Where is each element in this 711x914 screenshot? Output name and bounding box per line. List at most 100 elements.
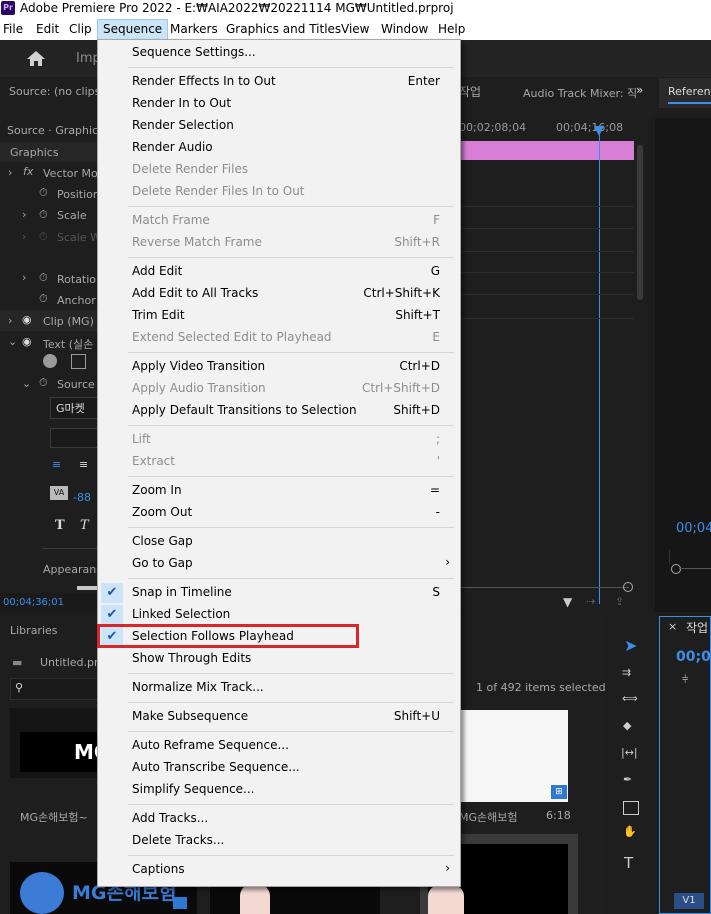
filter-icon[interactable]: ▼ [563,595,572,609]
razor-tool-icon[interactable]: ◆ [623,719,631,732]
menu-item-auto-reframe-sequence[interactable]: Auto Reframe Sequence... [98,735,460,757]
timeline-scrollbar[interactable] [637,145,643,300]
align-center-icon[interactable]: ≡ [79,458,88,471]
libraries-tab[interactable]: Libraries [10,624,58,637]
menu-item-apply-video-transition[interactable]: Apply Video Transition Ctrl+D [98,356,460,378]
menu-sequence[interactable]: Sequence [97,19,169,40]
stopwatch-icon[interactable]: ⏱ [39,376,48,390]
checkmark-icon: ✔ [101,583,123,603]
menu-item-add-edit[interactable]: Add Edit G [98,261,460,283]
track-v1-target[interactable]: V1 [674,893,704,909]
submenu-arrow-icon: › [445,861,450,875]
selection-tool-icon[interactable]: ➤ [624,636,637,655]
italic-text-icon[interactable]: T [80,518,89,533]
expand-icon[interactable]: › [8,166,12,179]
track-select-tool-icon[interactable]: ⇉ [622,666,631,679]
collapse-icon[interactable]: ⌄ [8,335,17,348]
audio-track-mixer-tab[interactable]: Audio Track Mixer: 직 [523,85,637,101]
marker-icon[interactable]: ⇢ [586,595,595,608]
sequence-tab[interactable]: 작업 [686,619,708,636]
expand-icon[interactable]: › [22,271,26,284]
menu-item-trim-edit[interactable]: Trim Edit Shift+T [98,305,460,327]
menu-item-delete-tracks[interactable]: Delete Tracks... [98,830,460,852]
type-tool-icon[interactable]: T [624,854,633,872]
stopwatch-icon[interactable]: ⏱ [39,208,48,222]
tracking-value[interactable]: -88 [73,491,91,504]
panel-overflow-icon[interactable]: » [636,83,643,97]
menu-item-sequence-settings[interactable]: Sequence Settings... [98,42,460,64]
collapse-icon[interactable]: ⌄ [22,377,31,390]
menu-item-shortcut: = [429,483,440,497]
menu-item-simplify-sequence[interactable]: Simplify Sequence... [98,779,460,801]
menu-item-render-selection[interactable]: Render Selection [98,115,460,137]
menu-window[interactable]: Window [381,19,428,40]
effect-timecode[interactable]: 00;04;36;01 [3,597,64,608]
reference-monitor-tab[interactable]: Referenc [668,85,711,98]
monitor-timecode[interactable]: 00;04 [676,521,711,536]
expand-icon[interactable]: › [8,314,12,327]
menu-graphics-and-titles[interactable]: Graphics and Titles [226,19,341,40]
text-layer-label: Text (실손 [43,338,94,351]
stopwatch-icon[interactable]: ⏱ [39,271,48,285]
menu-item-apply-default-transitions-to-selection[interactable]: Apply Default Transitions to Selection Sh… [98,400,460,422]
menu-item-linked-selection[interactable]: ✔ Linked Selection [98,604,460,626]
rectangle-tool-icon[interactable] [623,801,639,815]
menu-item-add-tracks[interactable]: Add Tracks... [98,808,460,830]
scroll-thumb[interactable] [77,586,97,590]
menu-item-go-to-gap[interactable]: Go to Gap › [98,553,460,575]
menu-file[interactable]: File [3,19,23,40]
sequence-timecode[interactable]: 00;0 [676,649,711,665]
menu-clip[interactable]: Clip [69,19,92,40]
stopwatch-icon[interactable]: ⏱ [39,186,48,200]
menu-item-render-audio[interactable]: Render Audio [98,137,460,159]
zoom-handle[interactable] [623,582,633,592]
menu-item-label: Render Effects In to Out [132,74,276,88]
menu-item-render-effects-in-to-out[interactable]: Render Effects In to Out Enter [98,71,460,93]
menu-separator [128,804,454,805]
bold-text-icon[interactable]: T [55,518,65,533]
export-icon[interactable]: ⇪ [615,595,624,608]
divider [42,548,97,549]
ripple-edit-tool-icon[interactable]: ⟺ [622,692,638,705]
menu-item-add-edit-to-all-tracks[interactable]: Add Edit to All Tracks Ctrl+Shift+K [98,283,460,305]
menu-item-auto-transcribe-sequence[interactable]: Auto Transcribe Sequence... [98,757,460,779]
menu-item-render-in-to-out[interactable]: Render In to Out [98,93,460,115]
rectangle-mask-icon[interactable] [71,354,86,369]
menu-markers[interactable]: Markers [170,19,218,40]
menu-help[interactable]: Help [438,19,465,40]
eye-icon[interactable]: ◉ [22,313,32,326]
snap-icon[interactable]: ⫩ [682,673,688,687]
tools-panel: ➤ ⇉ ⟺ ◆ |↔| ✒ ✋ T [608,614,656,914]
menu-item-zoom-in[interactable]: Zoom In = [98,480,460,502]
tab-partial[interactable]: 작업 [459,83,481,100]
stopwatch-icon[interactable]: ⏱ [39,292,48,306]
expand-icon[interactable]: › [22,208,26,221]
pen-tool-icon[interactable]: ✒ [623,773,632,786]
search-input[interactable] [10,678,99,700]
playhead-line[interactable] [599,126,600,604]
menu-view[interactable]: View [341,19,369,40]
hand-tool-icon[interactable]: ✋ [623,825,637,838]
ellipse-mask-icon[interactable] [43,354,57,368]
menu-edit[interactable]: Edit [36,19,59,40]
clip-bar[interactable] [459,141,634,160]
menu-separator [128,425,454,426]
menu-item-label: Add Edit to All Tracks [132,286,259,300]
eye-icon[interactable]: ◉ [22,335,32,348]
font-style-dropdown[interactable] [50,428,99,448]
menu-item-zoom-out[interactable]: Zoom Out - [98,502,460,524]
scrub-handle[interactable] [671,564,681,574]
home-icon[interactable] [26,50,46,67]
menu-item-shortcut: Enter [407,74,440,88]
menu-item-shortcut: Ctrl+D [399,359,440,373]
menu-item-close-gap[interactable]: Close Gap [98,531,460,553]
menu-item-snap-in-timeline[interactable]: ✔ Snap in Timeline S [98,582,460,604]
close-icon[interactable]: × [668,620,677,633]
menu-item-captions[interactable]: Captions › [98,859,460,881]
menu-item-make-subsequence[interactable]: Make Subsequence Shift+U [98,706,460,728]
menu-item-normalize-mix-track[interactable]: Normalize Mix Track... [98,677,460,699]
thumbnail-figure [240,884,270,914]
align-left-icon[interactable]: ≡ [52,458,61,471]
menu-item-show-through-edits[interactable]: Show Through Edits [98,648,460,670]
slip-tool-icon[interactable]: |↔| [621,746,638,759]
